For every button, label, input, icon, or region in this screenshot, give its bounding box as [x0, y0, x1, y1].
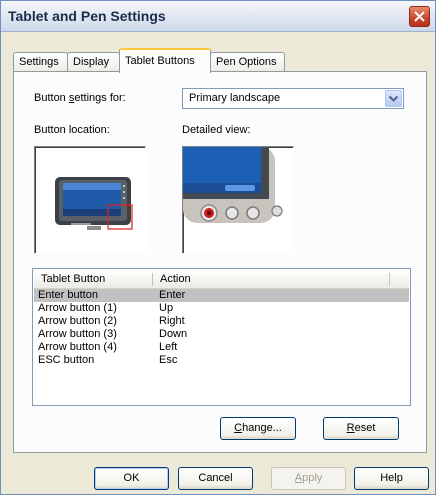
close-icon: [414, 11, 425, 22]
tab-tablet-buttons[interactable]: Tablet Buttons: [119, 48, 211, 73]
button-location-label: Button location:: [34, 124, 110, 136]
list-header: Tablet Button Action: [34, 270, 409, 289]
tablet-button-list[interactable]: Tablet Button Action Enter button Enter …: [32, 268, 411, 406]
chevron-down-icon: [389, 96, 398, 102]
tab-settings[interactable]: Settings: [13, 52, 68, 72]
change-button[interactable]: Change...: [220, 417, 296, 440]
detailed-view-label: Detailed view:: [182, 124, 251, 136]
apply-button[interactable]: Apply: [271, 467, 346, 490]
list-item-button: Enter button: [38, 289, 98, 301]
tablet-pen-settings-dialog: Tablet and Pen Settings Settings Display…: [0, 0, 436, 495]
tab-display[interactable]: Display: [67, 52, 120, 72]
list-item-action: Down: [159, 328, 188, 340]
list-item[interactable]: Arrow button (1) Up: [34, 302, 409, 315]
list-item[interactable]: Arrow button (3) Down: [34, 328, 409, 341]
close-button[interactable]: [409, 6, 430, 27]
ok-button[interactable]: OK: [94, 467, 169, 490]
dropdown-button[interactable]: [385, 90, 402, 107]
list-item-button: Arrow button (1): [38, 302, 117, 314]
list-item-button: Arrow button (4): [38, 341, 117, 353]
cancel-button[interactable]: Cancel: [178, 467, 253, 490]
list-item[interactable]: Enter button Enter: [34, 289, 409, 302]
list-item-action: Left: [159, 341, 178, 353]
list-item-action: Right: [159, 315, 185, 327]
list-item[interactable]: Arrow button (2) Right: [34, 315, 409, 328]
list-item-action: Esc: [159, 354, 178, 366]
list-item-button: Arrow button (2): [38, 315, 117, 327]
tab-pen-options[interactable]: Pen Options: [210, 52, 285, 72]
column-header-action[interactable]: Action: [160, 273, 191, 285]
button-location-preview: [34, 146, 146, 254]
list-item-action: Up: [159, 302, 174, 314]
help-button[interactable]: Help: [354, 467, 429, 490]
detailed-view-image: [183, 147, 283, 223]
title-bar[interactable]: Tablet and Pen Settings: [1, 1, 435, 32]
detailed-view-preview: [182, 146, 294, 254]
window-title: Tablet and Pen Settings: [8, 8, 166, 24]
list-item[interactable]: Arrow button (4) Left: [34, 341, 409, 354]
button-settings-label: Button settings for:: [34, 92, 126, 104]
tab-panel-tablet-buttons: Button settings for: Primary landscape B…: [13, 71, 427, 453]
list-item-action: Enter: [159, 289, 186, 301]
tablet-device-image: [55, 177, 133, 230]
column-header-tablet-button[interactable]: Tablet Button: [41, 273, 105, 285]
list-item-button: Arrow button (3): [38, 328, 117, 340]
list-item-button: ESC button: [38, 354, 95, 366]
button-settings-value: Primary landscape: [189, 92, 281, 104]
button-settings-select[interactable]: Primary landscape: [182, 88, 404, 109]
reset-button[interactable]: Reset: [323, 417, 399, 440]
list-item[interactable]: ESC button Esc: [34, 354, 409, 367]
